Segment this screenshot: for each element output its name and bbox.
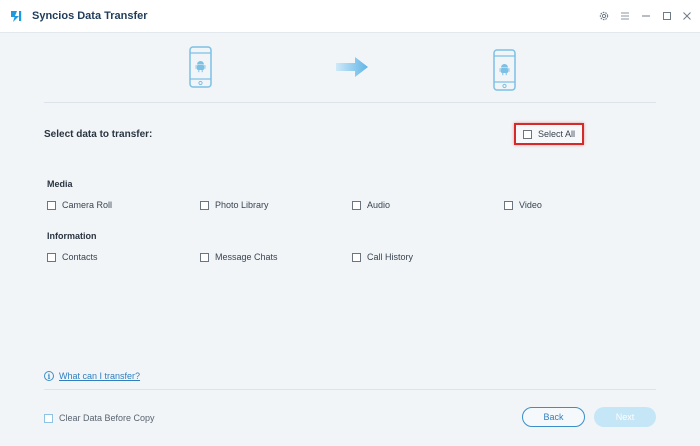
option-label: Photo Library (215, 200, 269, 210)
checkbox[interactable] (200, 200, 209, 210)
info-icon: i (44, 371, 54, 381)
checkbox[interactable] (200, 252, 209, 262)
next-button[interactable]: Next (594, 407, 656, 427)
checkbox[interactable] (47, 252, 56, 262)
option-label: Message Chats (215, 252, 278, 262)
source-device-icon (189, 46, 212, 88)
close-icon (683, 12, 691, 20)
option-contacts[interactable]: Contacts (47, 252, 98, 262)
clear-data-box[interactable] (44, 413, 53, 423)
option-audio[interactable]: Audio (352, 200, 390, 210)
checkbox[interactable] (352, 200, 361, 210)
maximize-icon (663, 12, 671, 20)
target-device-icon (493, 49, 516, 91)
group-label-media: Media (47, 179, 73, 189)
checkbox[interactable] (47, 200, 56, 210)
select-all-checkbox[interactable]: Select All (514, 123, 584, 145)
select-data-title: Select data to transfer: (44, 129, 153, 140)
minimize-icon (642, 15, 650, 17)
back-button[interactable]: Back (522, 407, 585, 427)
app-title: Syncios Data Transfer (32, 10, 148, 22)
help-link[interactable]: i What can I transfer? (44, 371, 140, 381)
select-all-box[interactable] (523, 129, 532, 139)
help-link-text[interactable]: What can I transfer? (59, 371, 140, 381)
clear-data-checkbox[interactable]: Clear Data Before Copy (44, 413, 155, 423)
option-camera-roll[interactable]: Camera Roll (47, 200, 112, 210)
top-divider (44, 102, 656, 103)
title-bar: Syncios Data Transfer (0, 0, 700, 33)
option-label: Audio (367, 200, 391, 210)
bottom-divider (44, 389, 656, 390)
option-video[interactable]: Video (504, 200, 542, 210)
menu-icon (621, 12, 629, 20)
option-label: Camera Roll (62, 200, 113, 210)
close-button[interactable] (680, 9, 694, 23)
option-message-chats[interactable]: Message Chats (200, 252, 278, 262)
option-photo-library[interactable]: Photo Library (200, 200, 269, 210)
menu-button[interactable] (618, 9, 632, 23)
gear-icon (599, 11, 609, 21)
checkbox[interactable] (504, 200, 513, 210)
clear-data-label: Clear Data Before Copy (59, 413, 155, 423)
group-label-information: Information (47, 231, 97, 241)
arrow-right-icon (336, 57, 368, 77)
option-label: Call History (367, 252, 414, 262)
minimize-button[interactable] (639, 9, 653, 23)
select-all-label: Select All (538, 129, 576, 139)
option-call-history[interactable]: Call History (352, 252, 413, 262)
maximize-button[interactable] (660, 9, 674, 23)
option-label: Video (519, 200, 542, 210)
app-logo-icon (8, 8, 24, 24)
settings-button[interactable] (597, 9, 611, 23)
option-label: Contacts (62, 252, 98, 262)
checkbox[interactable] (352, 252, 361, 262)
